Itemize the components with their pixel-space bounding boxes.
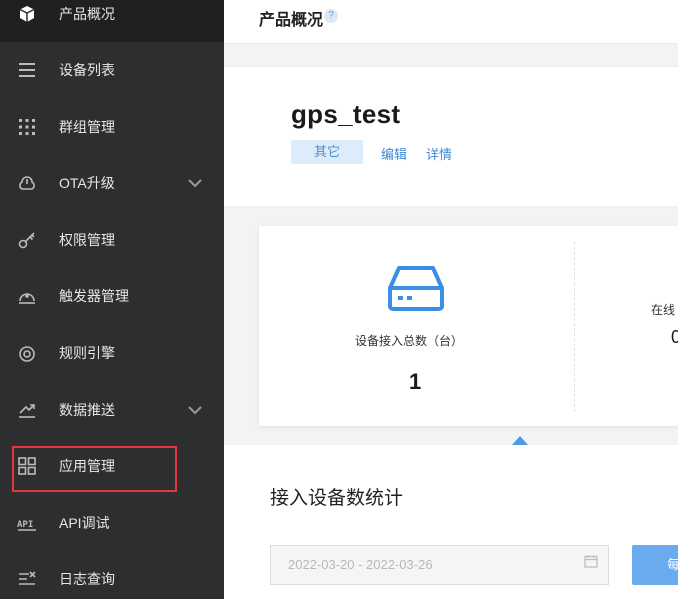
- stats-card: 设备接入总数（台） 1 在线 0: [259, 226, 678, 426]
- calendar-icon[interactable]: [584, 554, 598, 568]
- stats-divider: [574, 242, 575, 412]
- product-card: gps_test 其它 编辑 详情: [224, 66, 678, 206]
- trigger-icon: [17, 286, 37, 306]
- query-button[interactable]: 每: [632, 545, 678, 585]
- cube-icon: [17, 4, 37, 24]
- chevron-down-icon[interactable]: [187, 402, 203, 418]
- sidebar-item-rule-engine[interactable]: 规则引擎: [0, 325, 224, 381]
- chevron-down-icon[interactable]: [187, 175, 203, 191]
- api-icon: API: [17, 513, 37, 533]
- sidebar-item-label: 群组管理: [59, 119, 115, 135]
- sidebar-item-log-query[interactable]: 日志查询: [0, 551, 224, 599]
- section-title: 接入设备数统计: [270, 488, 404, 509]
- product-name: gps_test: [291, 99, 401, 129]
- device-total-value: 1: [409, 369, 422, 394]
- apps-icon: [17, 456, 37, 476]
- sidebar-item-ota-upgrade[interactable]: OTA升级: [0, 155, 224, 211]
- cloud-icon: [17, 173, 37, 193]
- sidebar-item-label: 产品概况: [59, 6, 115, 22]
- page-title: 产品概况: [259, 12, 324, 29]
- date-range-picker[interactable]: 2022-03-20 - 2022-03-26: [270, 545, 609, 585]
- list-icon: [17, 60, 37, 80]
- sidebar-item-label: OTA升级: [59, 175, 115, 191]
- sidebar-item-group-management[interactable]: 群组管理: [0, 99, 224, 155]
- sidebar-item-label: API调试: [59, 515, 110, 531]
- sidebar-item-device-list[interactable]: 设备列表: [0, 42, 224, 98]
- sidebar-item-permission-management[interactable]: 权限管理: [0, 212, 224, 268]
- sidebar-item-label: 应用管理: [59, 458, 115, 474]
- svg-text:API: API: [17, 520, 33, 530]
- page-header: 产品概况 ?: [224, 0, 678, 44]
- push-icon: [17, 400, 37, 420]
- sidebar-item-label: 触发器管理: [59, 288, 129, 304]
- sidebar: 产品概况 设备列表 群组管理 OTA升级 权限管理 触发器管理 规则引擎 数据推…: [0, 0, 224, 599]
- device-icon: [388, 266, 444, 311]
- card-pointer: [512, 436, 528, 445]
- device-total-label: 设备接入总数（台）: [355, 334, 464, 348]
- log-icon: [17, 569, 37, 589]
- sidebar-item-label: 权限管理: [59, 232, 115, 248]
- target-icon: [17, 343, 37, 363]
- sidebar-item-label: 规则引擎: [59, 345, 115, 361]
- sidebar-item-label: 日志查询: [59, 571, 115, 587]
- help-icon[interactable]: ?: [324, 9, 338, 23]
- category-tag: 其它: [291, 140, 363, 164]
- sidebar-item-api-debug[interactable]: API API调试: [0, 495, 224, 551]
- sidebar-item-product-overview[interactable]: 产品概况: [0, 0, 224, 42]
- sidebar-item-trigger-management[interactable]: 触发器管理: [0, 268, 224, 324]
- sidebar-item-app-management[interactable]: 应用管理: [0, 438, 224, 494]
- access-stats-section: 接入设备数统计 2022-03-20 - 2022-03-26 每: [224, 445, 678, 599]
- grid-dots-icon: [17, 117, 37, 137]
- online-value: 0: [671, 327, 678, 347]
- edit-link[interactable]: 编辑: [381, 144, 407, 163]
- key-icon: [17, 230, 37, 250]
- main-content: 产品概况 ? gps_test 其它 编辑 详情 设备接入总数（台） 1 在线 …: [224, 0, 678, 599]
- online-label: 在线: [651, 303, 676, 317]
- sidebar-item-data-push[interactable]: 数据推送: [0, 382, 224, 438]
- sidebar-item-label: 设备列表: [59, 62, 115, 78]
- date-range-value: 2022-03-20 - 2022-03-26: [288, 557, 433, 572]
- sidebar-item-label: 数据推送: [59, 402, 115, 418]
- details-link[interactable]: 详情: [426, 144, 452, 163]
